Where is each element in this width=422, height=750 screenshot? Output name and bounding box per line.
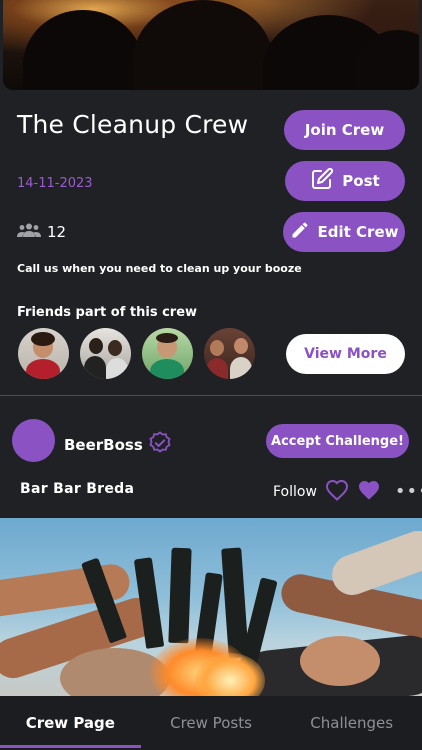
crew-date: 14-11-2023 — [17, 176, 93, 191]
accept-challenge-label: Accept Challenge! — [271, 433, 404, 449]
follow-button[interactable]: Follow — [273, 484, 317, 500]
pencil-icon — [290, 220, 310, 244]
view-more-label: View More — [304, 346, 387, 362]
tab-crew-posts-label: Crew Posts — [170, 714, 252, 732]
edit-crew-label: Edit Crew — [317, 223, 399, 241]
friends-avatars — [18, 328, 255, 379]
post-label: Post — [342, 172, 380, 190]
tab-challenges-label: Challenges — [310, 714, 394, 732]
member-count: 12 — [17, 222, 66, 241]
friends-heading: Friends part of this crew — [17, 305, 198, 320]
join-crew-button[interactable]: Join Crew — [284, 110, 405, 150]
crew-description: Call us when you need to clean up your b… — [17, 262, 302, 275]
view-more-button[interactable]: View More — [286, 334, 405, 374]
tab-crew-page[interactable]: Crew Page — [0, 696, 141, 750]
tab-crew-page-label: Crew Page — [25, 714, 115, 732]
heart-filled-icon[interactable] — [357, 479, 381, 505]
member-count-value: 12 — [47, 222, 67, 241]
post-location: Bar Bar Breda — [20, 481, 135, 497]
crew-title: The Cleanup Crew — [17, 110, 249, 139]
avatar[interactable] — [142, 328, 193, 379]
edit-square-icon — [310, 167, 334, 195]
accept-challenge-button[interactable]: Accept Challenge! — [266, 424, 409, 458]
heart-outline-icon[interactable] — [325, 479, 349, 505]
post-author-name: BeerBoss — [64, 436, 143, 454]
post-actions: Follow ••• — [273, 479, 422, 505]
edit-crew-button[interactable]: Edit Crew — [283, 212, 405, 252]
avatar[interactable] — [80, 328, 131, 379]
crew-cover-photo — [3, 0, 419, 90]
tab-challenges[interactable]: Challenges — [281, 696, 422, 750]
join-crew-label: Join Crew — [304, 121, 385, 139]
post-button[interactable]: Post — [285, 161, 405, 201]
verified-badge-icon — [148, 431, 172, 459]
post-author[interactable]: BeerBoss — [64, 431, 172, 459]
avatar[interactable] — [204, 328, 255, 379]
bottom-tab-bar: Crew Page Crew Posts Challenges — [0, 696, 422, 750]
post-image — [0, 518, 422, 696]
more-options-icon[interactable]: ••• — [395, 483, 422, 501]
tab-crew-posts[interactable]: Crew Posts — [141, 696, 282, 750]
avatar[interactable] — [18, 328, 69, 379]
section-divider — [0, 395, 422, 396]
group-icon — [17, 222, 41, 241]
post-author-avatar[interactable] — [12, 419, 55, 462]
